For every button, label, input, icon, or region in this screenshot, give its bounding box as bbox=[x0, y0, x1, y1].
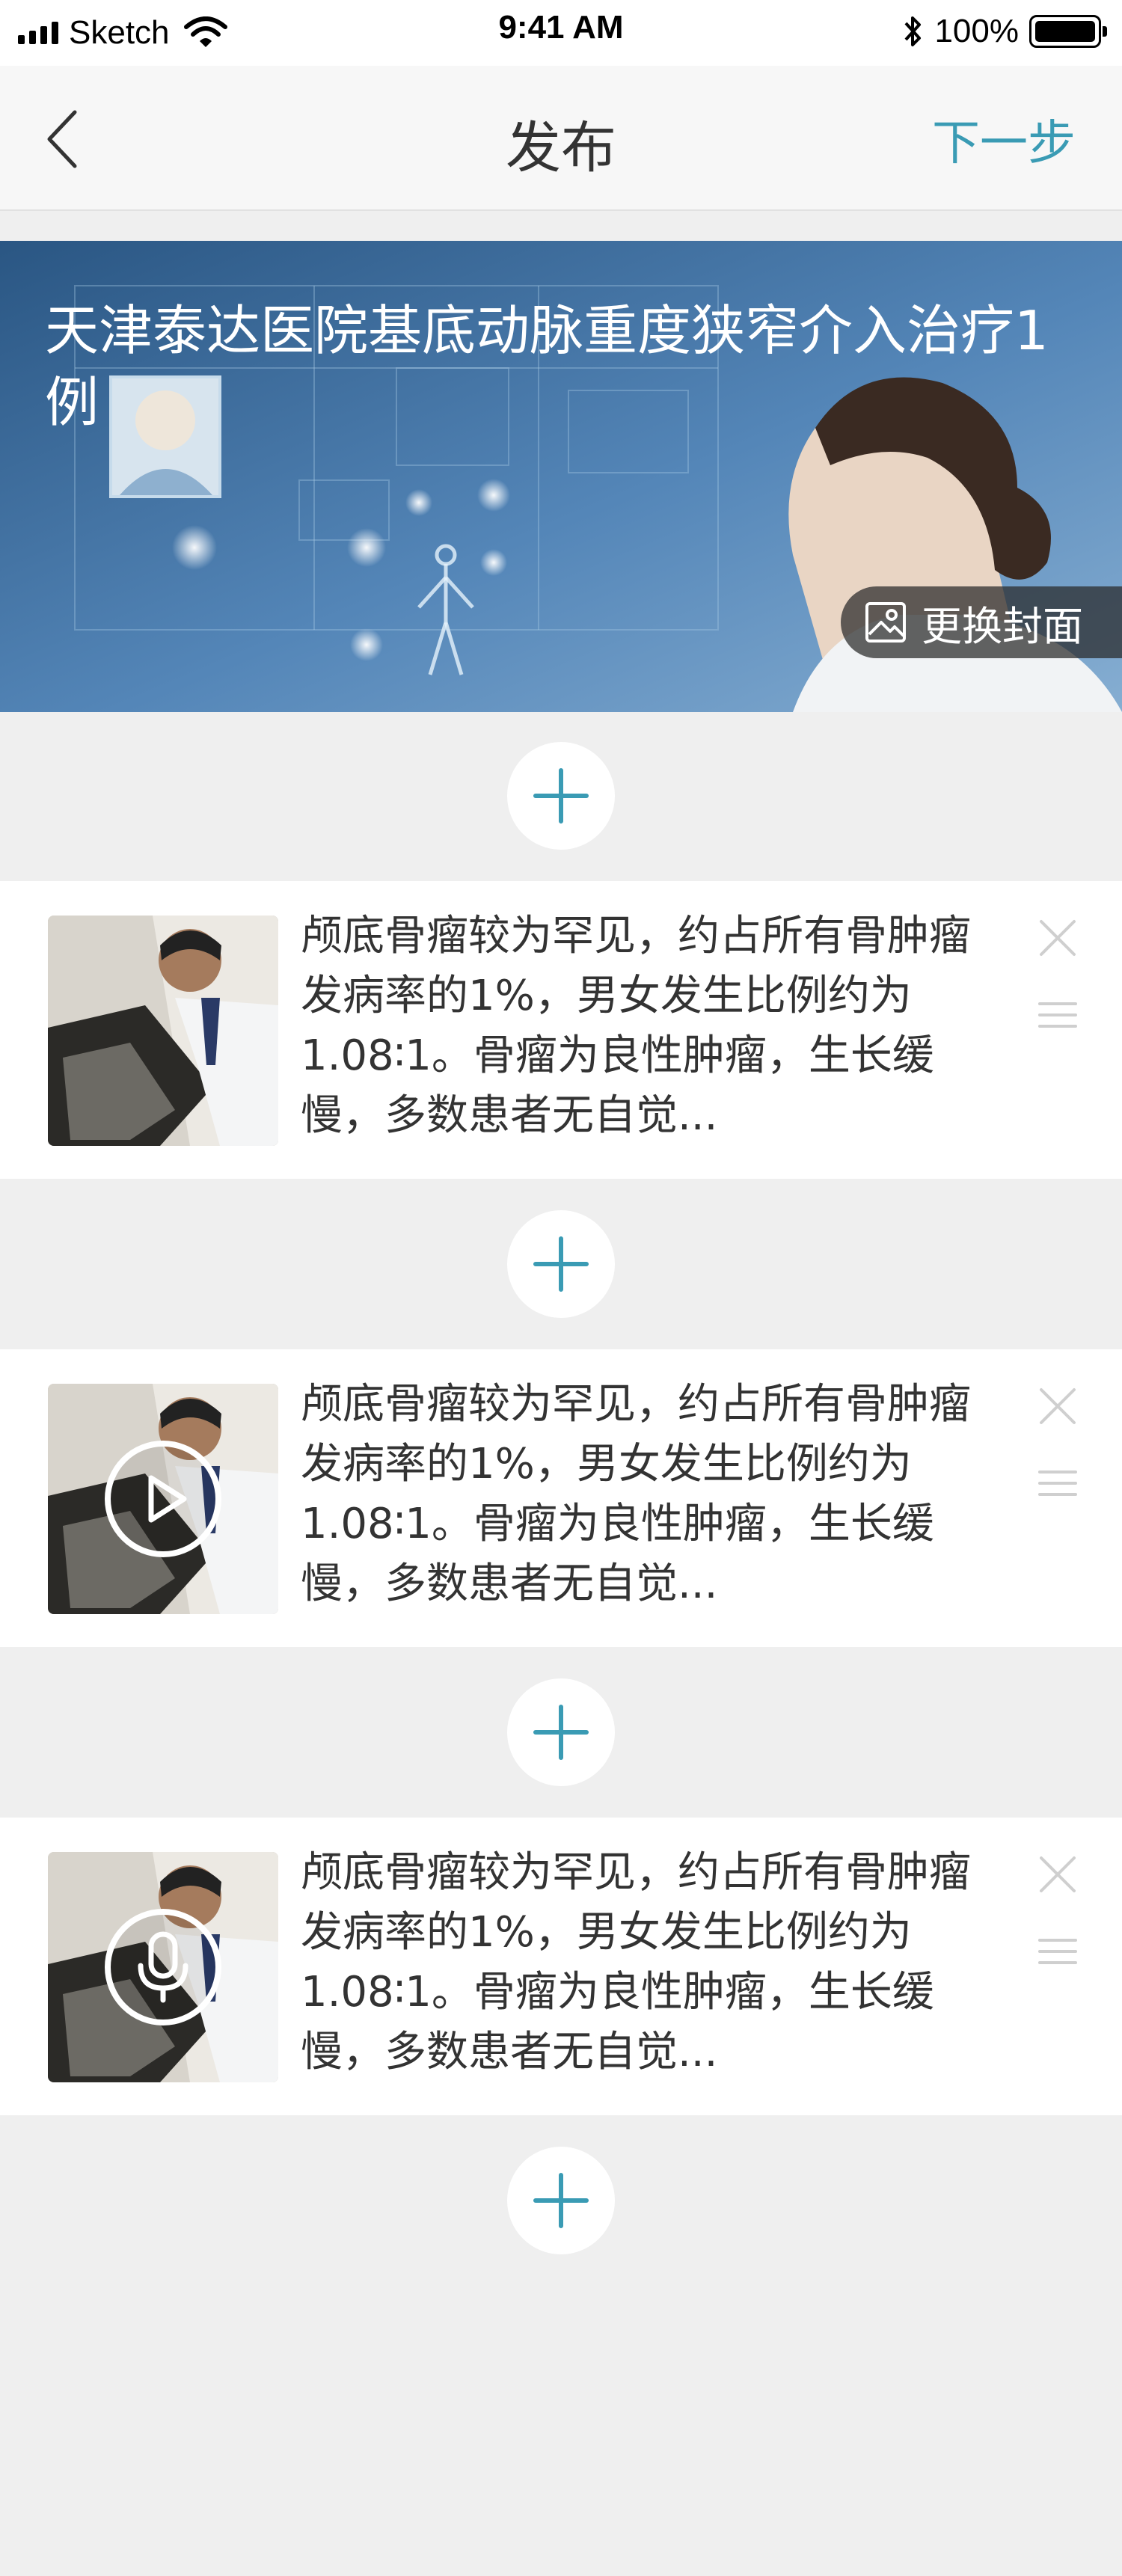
plus-icon bbox=[533, 768, 589, 824]
plus-icon bbox=[533, 1236, 589, 1292]
card-text: 颅底骨瘤较为罕见，约占所有骨肿瘤发病率的1%，男女发生比例约为1.08∶1。骨瘤… bbox=[301, 912, 971, 1140]
bluetooth-icon bbox=[904, 16, 922, 46]
content-card[interactable]: 颅底骨瘤较为罕见，约占所有骨肿瘤发病率的1%，男女发生比例约为1.08∶1。骨瘤… bbox=[0, 1818, 1122, 2115]
play-icon bbox=[105, 1441, 221, 1557]
change-cover-label: 更换封面 bbox=[922, 602, 1083, 650]
battery-percent: 100% bbox=[934, 13, 1019, 49]
image-icon bbox=[865, 602, 906, 643]
status-bar: Sketch 9:41 AM 100% bbox=[0, 0, 1122, 66]
plus-icon bbox=[533, 2173, 589, 2228]
card-thumbnail bbox=[48, 916, 278, 1146]
cover-title: 天津泰达医院基底动脉重度狭窄介入治疗1例 bbox=[45, 299, 1049, 434]
card-thumbnail bbox=[48, 1384, 278, 1614]
add-content-button[interactable] bbox=[507, 1678, 615, 1786]
plus-icon bbox=[533, 1705, 589, 1760]
drag-handle[interactable] bbox=[1037, 998, 1079, 1032]
drag-handle[interactable] bbox=[1037, 1466, 1079, 1500]
change-cover-button[interactable]: 更换封面 bbox=[841, 586, 1122, 658]
content-card[interactable]: 颅底骨瘤较为罕见，约占所有骨肿瘤发病率的1%，男女发生比例约为1.08∶1。骨瘤… bbox=[0, 1349, 1122, 1647]
next-step-button[interactable]: 下一步 bbox=[932, 105, 1076, 174]
add-content-button[interactable] bbox=[507, 2147, 615, 2254]
drag-handle-icon bbox=[1038, 1471, 1077, 1496]
drag-handle[interactable] bbox=[1037, 1934, 1079, 1969]
add-content-button[interactable] bbox=[507, 1210, 615, 1318]
drag-handle-icon bbox=[1038, 1939, 1077, 1964]
close-icon bbox=[1040, 1388, 1076, 1424]
close-icon bbox=[1040, 920, 1076, 956]
drag-handle-icon bbox=[1038, 1002, 1077, 1028]
cover-banner: 天津泰达医院基底动脉重度狭窄介入治疗1例 更换封面 bbox=[0, 241, 1122, 712]
delete-button[interactable] bbox=[1035, 916, 1080, 960]
close-icon bbox=[1040, 1856, 1076, 1892]
microphone-icon bbox=[105, 1909, 221, 2025]
delete-button[interactable] bbox=[1035, 1384, 1080, 1429]
navigation-bar: 发布 下一步 bbox=[0, 66, 1122, 211]
card-text: 颅底骨瘤较为罕见，约占所有骨肿瘤发病率的1%，男女发生比例约为1.08∶1。骨瘤… bbox=[301, 1380, 971, 1608]
add-content-button[interactable] bbox=[507, 742, 615, 850]
doctor-xray-image bbox=[48, 916, 278, 1146]
battery-icon bbox=[1029, 15, 1107, 48]
card-text: 颅底骨瘤较为罕见，约占所有骨肿瘤发病率的1%，男女发生比例约为1.08∶1。骨瘤… bbox=[301, 1848, 971, 2076]
content-card[interactable]: 颅底骨瘤较为罕见，约占所有骨肿瘤发病率的1%，男女发生比例约为1.08∶1。骨瘤… bbox=[0, 881, 1122, 1179]
card-thumbnail bbox=[48, 1852, 278, 2082]
delete-button[interactable] bbox=[1035, 1852, 1080, 1897]
